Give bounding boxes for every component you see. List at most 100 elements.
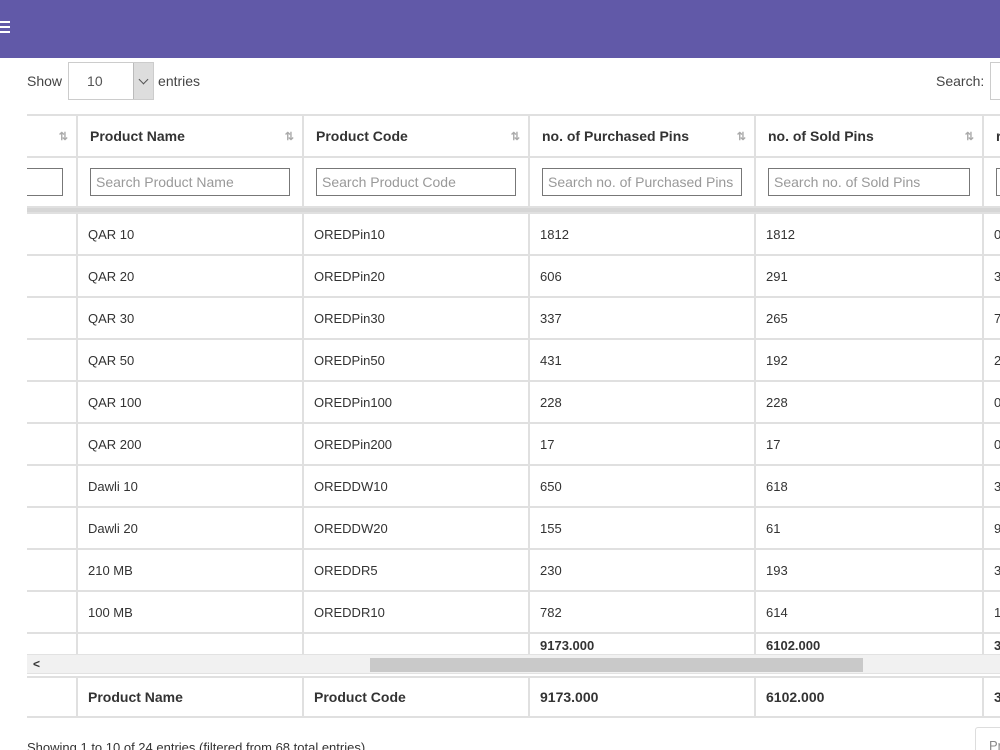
scroll-left-arrow-icon[interactable]: < [33,657,40,671]
footer-product-code: Product Code [302,678,530,716]
cell-product-name: QAR 100 [76,380,304,424]
previous-page-button[interactable]: Pr [975,727,1000,750]
data-table: ⇅ Product Name ⇅ Product Code ⇅ no. of Pur… [27,114,1000,654]
cell-sold-pins: 193 [754,548,984,592]
search-label: Search: [936,73,985,89]
show-label: Show [27,73,63,89]
cell-purchased-pins: 230 [528,548,756,592]
entries-length-select[interactable]: 10 [68,62,155,100]
column-header-sold-pins[interactable]: no. of Sold Pins ⇅ [754,114,984,158]
footer-sold-pins: 6102.000 [754,678,984,716]
data-table-scroll-area: ⇅ Product Name ⇅ Product Code ⇅ no. of Pur… [27,114,1000,654]
cell-next: 3 [982,548,1000,592]
column-header-next[interactable]: r [982,114,1000,158]
table-row[interactable]: Dawli 10 OREDDW10 650 618 3 [27,464,1000,508]
cell-next: 7 [982,296,1000,340]
table-row[interactable]: QAR 10 OREDPin10 1812 1812 0 [27,212,1000,256]
entries-length-control: Show 10 entries [27,62,200,100]
cell-sold-pins: 618 [754,464,984,508]
cell-sold-pins: 61 [754,506,984,550]
cell-product-code: OREDPin10 [302,212,530,256]
cell-product-code: OREDPin20 [302,254,530,298]
top-navbar [0,0,1000,58]
footer-product-name: Product Name [76,678,304,716]
cell-product-name: Dawli 20 [76,506,304,550]
filter-input-sold-pins[interactable]: Search no. of Sold Pins [768,168,970,196]
cell-product-name: QAR 50 [76,338,304,382]
filter-row: Search Product Name Search Product Code … [27,156,1000,208]
sort-icon: ⇅ [736,131,746,143]
sort-icon: ⇅ [510,131,520,143]
cell-purchased-pins: 782 [528,590,756,634]
table-row[interactable]: 210 MB OREDDR5 230 193 3 [27,548,1000,592]
cell-next: 3 [982,464,1000,508]
cell-product-name: QAR 30 [76,296,304,340]
cell-purchased-pins: 431 [528,338,756,382]
footer-purchased-pins: 9173.000 [528,678,756,716]
filter-input-purchased-pins[interactable]: Search no. of Purchased Pins [542,168,742,196]
table-row[interactable]: QAR 100 OREDPin100 228 228 0 [27,380,1000,424]
cell-purchased-pins: 337 [528,296,756,340]
table-row[interactable]: QAR 30 OREDPin30 337 265 7 [27,296,1000,340]
cell-product-name: Dawli 10 [76,464,304,508]
filter-input-product-name[interactable]: Search Product Name [90,168,290,196]
cell-product-code: OREDPin200 [302,422,530,466]
chevron-down-icon[interactable] [133,63,154,99]
sort-icon: ⇅ [284,131,294,143]
cell-product-name: QAR 20 [76,254,304,298]
total-next: 3 [982,632,1000,654]
cell-next: 0 [982,422,1000,466]
cell-product-code: OREDPin50 [302,338,530,382]
cell-next: 3 [982,254,1000,298]
cell-purchased-pins: 650 [528,464,756,508]
filter-input-product-code[interactable]: Search Product Code [316,168,516,196]
column-header-first[interactable]: ⇅ [27,114,78,158]
horizontal-scrollbar[interactable]: < [27,654,1000,674]
footer-next: 3 [982,678,1000,716]
cell-next: 0 [982,212,1000,256]
table-row[interactable]: Dawli 20 OREDDW20 155 61 9 [27,506,1000,550]
cell-sold-pins: 265 [754,296,984,340]
sort-icon: ⇅ [58,131,68,143]
column-header-product-name[interactable]: Product Name ⇅ [76,114,304,158]
cell-purchased-pins: 228 [528,380,756,424]
footer-table: Product Name Product Code 9173.000 6102.… [27,678,1000,716]
table-footer: Product Name Product Code 9173.000 6102.… [27,676,1000,718]
cell-product-code: OREDDW10 [302,464,530,508]
scrollbar-thumb[interactable] [370,658,863,672]
cell-purchased-pins: 606 [528,254,756,298]
search-input[interactable] [990,62,1000,100]
cell-product-name: 210 MB [76,548,304,592]
column-header-product-code[interactable]: Product Code ⇅ [302,114,530,158]
filter-input-first[interactable] [27,168,63,196]
cell-next: 0 [982,380,1000,424]
table-row[interactable]: QAR 20 OREDPin20 606 291 3 [27,254,1000,298]
sort-icon: ⇅ [964,131,974,143]
cell-sold-pins: 228 [754,380,984,424]
cell-product-code: OREDPin30 [302,296,530,340]
table-row[interactable]: QAR 200 OREDPin200 17 17 0 [27,422,1000,466]
cell-sold-pins: 192 [754,338,984,382]
cell-product-name: QAR 200 [76,422,304,466]
cell-product-name: QAR 10 [76,212,304,256]
cell-next: 2 [982,338,1000,382]
cell-sold-pins: 1812 [754,212,984,256]
hamburger-menu-icon[interactable] [0,20,12,36]
table-row[interactable]: 100 MB OREDDR10 782 614 1 [27,590,1000,634]
cell-product-code: OREDDW20 [302,506,530,550]
table-row[interactable]: QAR 50 OREDPin50 431 192 2 [27,338,1000,382]
entries-label: entries [158,73,201,89]
totals-row: 9173.000 6102.000 3 [27,632,1000,654]
cell-purchased-pins: 155 [528,506,756,550]
cell-product-code: OREDPin100 [302,380,530,424]
cell-product-code: OREDDR5 [302,548,530,592]
total-purchased-pins: 9173.000 [528,632,756,654]
cell-next: 9 [982,506,1000,550]
cell-next: 1 [982,590,1000,634]
filter-input-next[interactable] [996,168,1000,196]
cell-sold-pins: 17 [754,422,984,466]
cell-sold-pins: 614 [754,590,984,634]
cell-product-code: OREDDR10 [302,590,530,634]
table-info-text: Showing 1 to 10 of 24 entries (filtered … [27,740,366,750]
column-header-purchased-pins[interactable]: no. of Purchased Pins ⇅ [528,114,756,158]
